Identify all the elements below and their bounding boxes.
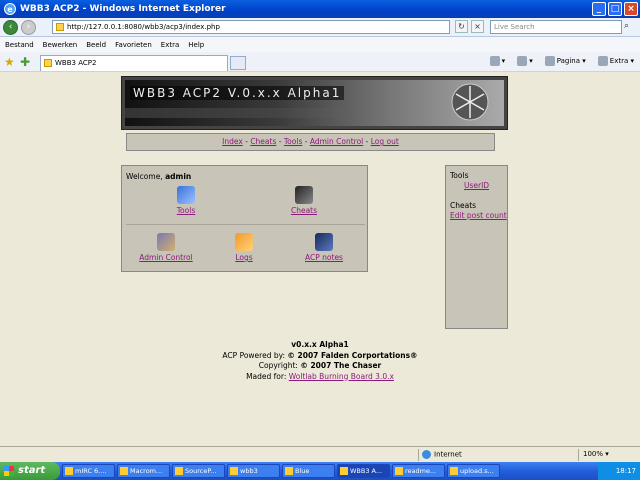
task-sourcep[interactable]: SourceP...	[172, 464, 225, 478]
footer-powered: ACP Powered by: © 2007 Falden Corportati…	[222, 350, 418, 360]
footer-version: v0.x.x Alpha1	[291, 340, 349, 349]
page-menu-icon	[544, 56, 555, 66]
footer-copyright: Copyright: © 2007 The Chaser	[258, 361, 382, 370]
menu-bewerken[interactable]: Bewerken	[43, 41, 78, 49]
tools-icon	[177, 186, 195, 204]
banner: WBB3 ACP2 V.0.x.x Alpha1	[121, 76, 508, 130]
panel-divider	[126, 224, 365, 225]
add-favorite-icon[interactable]: ✚	[20, 55, 30, 69]
task-readme[interactable]: readme...	[392, 464, 445, 478]
sidebar-tools-heading: Tools	[450, 171, 469, 180]
security-zone: Internet	[422, 450, 462, 459]
main-nav: Index - Cheats - Tools - Admin Control -…	[126, 133, 495, 151]
page-menu-button[interactable]: Pagina ▾	[544, 56, 586, 66]
task-wbb3-folder[interactable]: wbb3	[227, 464, 280, 478]
task-mirc[interactable]: mIRC 6....	[62, 464, 115, 478]
print-icon	[517, 56, 528, 66]
minimize-button[interactable]: _	[592, 2, 606, 16]
zoom-control[interactable]: 100% ▾	[583, 450, 609, 458]
address-input[interactable]: http://127.0.0.1:8080/wbb3/acp3/index.ph…	[52, 20, 450, 34]
banner-title: WBB3 ACP2 V.0.x.x Alpha1	[130, 86, 345, 100]
tab-bar: ★ ✚ WBB3 ACP2 ▾ ▾ Pagina ▾ Extra ▾	[0, 52, 640, 72]
menu-help[interactable]: Help	[188, 41, 204, 49]
task-blue-folder[interactable]: Blue	[282, 464, 335, 478]
nav-index-link[interactable]: Index	[222, 137, 243, 146]
home-button[interactable]: ▾	[489, 56, 505, 66]
woltlab-link[interactable]: Woltlab Burning Board 3.0.x	[289, 372, 394, 381]
address-toolbar: ‹ › http://127.0.0.1:8080/wbb3/acp3/inde…	[0, 18, 640, 37]
page-icon	[56, 23, 64, 31]
stop-button[interactable]: ×	[471, 20, 484, 33]
task-macromedia[interactable]: Macrom...	[117, 464, 170, 478]
nav-tools-link[interactable]: Tools	[284, 137, 302, 146]
new-tab-button[interactable]	[230, 56, 246, 70]
window-titlebar: e WBB3 ACP2 - Windows Internet Explorer …	[0, 0, 640, 18]
tab-wbb3-acp2[interactable]: WBB3 ACP2	[40, 55, 228, 71]
menu-beeld[interactable]: Beeld	[86, 41, 106, 49]
menu-favorieten[interactable]: Favorieten	[115, 41, 152, 49]
sidebar-userid-link[interactable]: UserID	[464, 181, 489, 190]
acp-notes-shortcut-link[interactable]: ACP notes	[305, 253, 343, 262]
tools-menu-icon	[597, 56, 608, 66]
logs-shortcut-link[interactable]: Logs	[235, 253, 252, 262]
tools-shortcut[interactable]: Tools	[166, 186, 206, 215]
footer-made-for: Maded for: Woltlab Burning Board 3.0.x	[246, 371, 394, 381]
taskbar: start mIRC 6.... Macrom... SourceP... wb…	[0, 462, 640, 480]
sidebar-edit-post-count-link[interactable]: Edit post count	[450, 211, 507, 220]
admin-control-shortcut[interactable]: Admin Control	[136, 233, 196, 262]
footer: v0.x.x Alpha1 ACP Powered by: © 2007 Fal…	[0, 340, 640, 382]
start-button[interactable]: start	[0, 462, 60, 480]
home-icon	[489, 56, 500, 66]
acp-notes-icon	[315, 233, 333, 251]
system-tray-clock: 18:17	[598, 462, 640, 480]
sidebar-cheats-heading: Cheats	[450, 201, 477, 210]
username: admin	[165, 172, 192, 181]
status-bar: Internet 100% ▾	[0, 446, 640, 462]
address-url: http://127.0.0.1:8080/wbb3/acp3/index.ph…	[67, 23, 220, 31]
tab-label: WBB3 ACP2	[55, 59, 97, 67]
search-icon[interactable]: ⌕	[624, 21, 636, 33]
search-input[interactable]: Live Search	[490, 20, 622, 34]
cheats-shortcut[interactable]: Cheats	[282, 186, 326, 215]
windows-flag-icon	[4, 466, 14, 476]
print-button[interactable]: ▾	[517, 56, 533, 66]
window-title: WBB3 ACP2 - Windows Internet Explorer	[20, 4, 226, 14]
sidebar: Tools UserID Cheats Edit post count	[445, 165, 508, 329]
favorites-star-icon[interactable]: ★	[4, 55, 15, 69]
maximize-button[interactable]: □	[608, 2, 622, 16]
close-button[interactable]: ×	[624, 2, 638, 16]
menu-bar: Bestand Bewerken Beeld Favorieten Extra …	[0, 37, 640, 52]
forward-button[interactable]: ›	[21, 19, 36, 35]
globe-icon	[422, 450, 431, 459]
tools-shortcut-link[interactable]: Tools	[177, 206, 195, 215]
admin-control-icon	[157, 233, 175, 251]
nav-logout-link[interactable]: Log out	[371, 137, 399, 146]
tools-menu-button[interactable]: Extra ▾	[597, 56, 634, 66]
back-button[interactable]: ‹	[3, 19, 18, 35]
nav-cheats-link[interactable]: Cheats	[250, 137, 276, 146]
nav-admin-control-link[interactable]: Admin Control	[310, 137, 363, 146]
welcome-panel: Welcome, admin Tools Cheats Admin Contro…	[121, 165, 368, 272]
ie-icon: e	[4, 3, 16, 15]
admin-control-shortcut-link[interactable]: Admin Control	[139, 253, 192, 262]
menu-extra[interactable]: Extra	[161, 41, 179, 49]
welcome-heading: Welcome, admin	[126, 172, 192, 181]
cheats-icon	[295, 186, 313, 204]
logs-shortcut[interactable]: Logs	[226, 233, 262, 262]
menu-bestand[interactable]: Bestand	[5, 41, 34, 49]
tab-page-icon	[44, 59, 52, 67]
task-wbb3-acp-browser[interactable]: WBB3 A...	[337, 464, 390, 478]
cheats-shortcut-link[interactable]: Cheats	[291, 206, 317, 215]
task-upload[interactable]: upload.s...	[447, 464, 500, 478]
logs-icon	[235, 233, 253, 251]
refresh-button[interactable]: ↻	[455, 20, 468, 33]
acp-notes-shortcut[interactable]: ACP notes	[300, 233, 348, 262]
page-content: WBB3 ACP2 V.0.x.x Alpha1 Index - Cheats …	[0, 72, 640, 446]
snowflake-emblem-icon	[451, 83, 489, 121]
